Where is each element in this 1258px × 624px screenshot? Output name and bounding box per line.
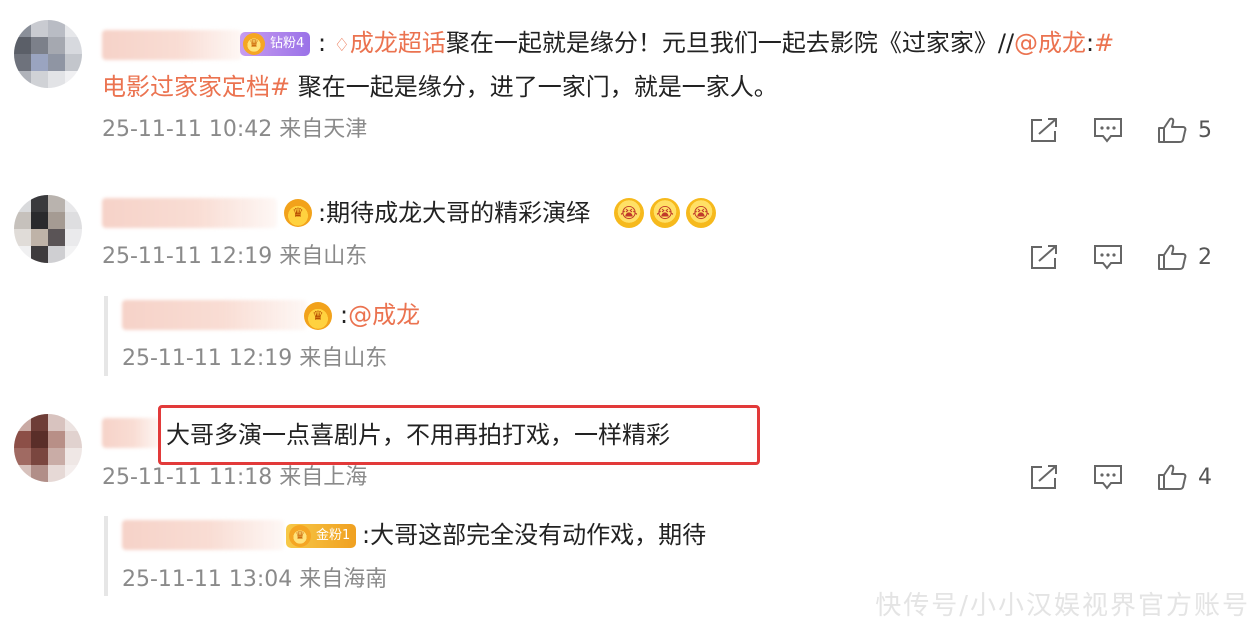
username-blurred[interactable] [102, 418, 160, 448]
reply-body: :大哥这部完全没有动作戏，期待 [362, 521, 707, 549]
thumbs-up-icon[interactable] [1156, 462, 1188, 492]
comment-time: 25-11-11 12:19 来自山东 [102, 244, 368, 269]
reply-username-blurred[interactable] [122, 300, 307, 330]
mention-link[interactable]: @成龙 [1014, 29, 1086, 57]
fan-badge-label: 金粉1 [316, 528, 351, 543]
crown-icon: ♛ [243, 33, 265, 55]
comment-icon[interactable] [1092, 242, 1124, 272]
comment-text-line2: 电影过家家定档# 聚在一起是缘分，进了一家门，就是一家人。 [102, 72, 778, 102]
comment-time: 25-11-11 10:42 来自天津 [102, 117, 368, 142]
fan-badge: ♛ 钻粉4 [240, 32, 311, 56]
watermark: 快传号/小小汉娱视界官方账号 [875, 591, 1250, 621]
comment-body: 聚在一起是缘分，进了一家门，就是一家人。 [290, 73, 778, 101]
username-blurred[interactable] [102, 198, 277, 228]
like-count: 2 [1198, 244, 1212, 270]
comment-icon[interactable] [1092, 115, 1124, 145]
comment-time: 25-11-11 11:18 来自上海 [102, 465, 368, 490]
avatar[interactable] [14, 20, 82, 88]
comment-actions: 4 [1028, 462, 1212, 492]
like-count: 5 [1198, 117, 1212, 143]
crying-face-emoji-icon: 😭 [650, 198, 680, 228]
fan-badge-label: 钻粉4 [270, 36, 305, 51]
share-icon[interactable] [1028, 242, 1060, 272]
share-icon[interactable] [1028, 115, 1060, 145]
comment-text: :期待成龙大哥的精彩演绎 [318, 198, 590, 228]
mention-link[interactable]: @成龙 [348, 301, 420, 329]
comment-body: :期待成龙大哥的精彩演绎 [318, 199, 591, 227]
reply-time: 25-11-11 12:19 来自山东 [122, 346, 388, 371]
reply-divider [104, 296, 108, 376]
reply-text: :@成龙 [340, 300, 420, 330]
crown-icon: ♛ [304, 302, 332, 330]
comment-text-line1: : ♢成龙超话聚在一起就是缘分！元旦我们一起去影院《过家家》//@成龙:# [318, 28, 1114, 61]
highlight-box [158, 405, 760, 465]
reply-divider [104, 516, 108, 596]
comment-actions: 2 [1028, 242, 1212, 272]
comment-icon[interactable] [1092, 462, 1124, 492]
colon: : [1086, 29, 1095, 57]
reply-time: 25-11-11 13:04 来自海南 [122, 567, 388, 592]
crying-face-emoji-icon: 😭 [614, 198, 644, 228]
reply-username-blurred[interactable] [122, 520, 284, 550]
avatar[interactable] [14, 414, 82, 482]
hashtag-link[interactable]: 电影过家家定档# [102, 73, 290, 101]
fan-badge: ♛ 金粉1 [286, 524, 357, 548]
crying-face-emoji-icon: 😭 [686, 198, 716, 228]
share-icon[interactable] [1028, 462, 1060, 492]
comment-actions: 5 [1028, 115, 1212, 145]
supertopic-link[interactable]: 成龙超话 [350, 29, 446, 57]
diamond-icon: ♢ [333, 35, 350, 56]
thumbs-up-icon[interactable] [1156, 115, 1188, 145]
crown-icon: ♛ [284, 199, 312, 227]
colon: : [340, 301, 349, 329]
crown-icon: ♛ [289, 525, 311, 547]
username-blurred[interactable] [102, 30, 242, 60]
comment-body: 聚在一起就是缘分！元旦我们一起去影院《过家家》// [445, 29, 1015, 57]
hashtag-start[interactable]: # [1094, 29, 1114, 57]
avatar[interactable] [14, 195, 82, 263]
colon: : [318, 29, 327, 57]
thumbs-up-icon[interactable] [1156, 242, 1188, 272]
like-count: 4 [1198, 464, 1212, 490]
reply-text: :大哥这部完全没有动作戏，期待 [362, 520, 706, 550]
